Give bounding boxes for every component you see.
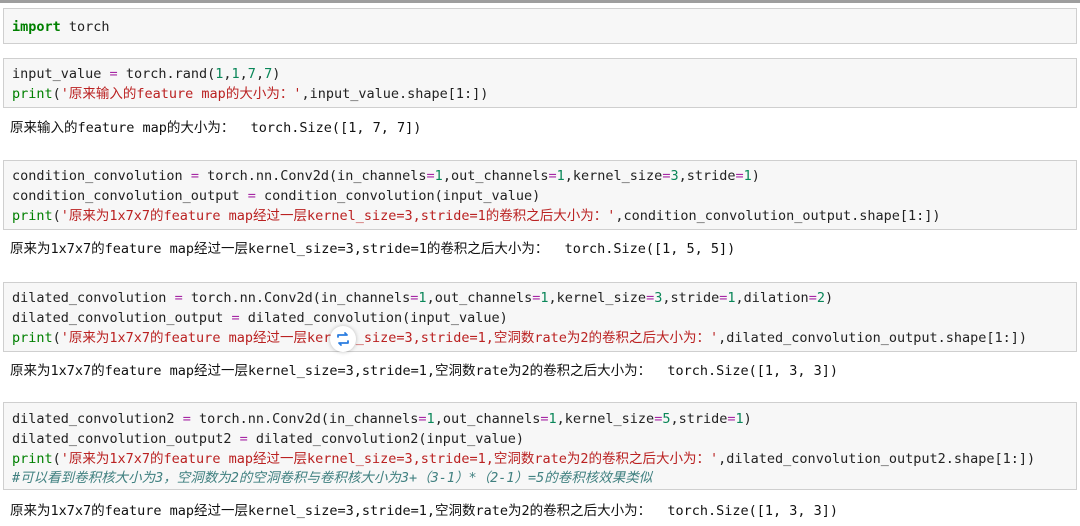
code-line: print('原来为1x7x7的feature map经过一层kernel_si… — [12, 208, 941, 224]
code-line: condition_convolution = torch.nn.Conv2d(… — [12, 168, 760, 184]
code-cell-import[interactable]: import torch — [3, 8, 1077, 44]
cell-output: 原来为1x7x7的feature map经过一层kernel_size=3,st… — [10, 241, 736, 257]
code-line: print('原来为1x7x7的feature map经过一层kernel_si… — [12, 451, 1036, 467]
code-line: dilated_convolution_output = dilated_con… — [12, 310, 508, 326]
cell-output: 原来输入的feature map的大小为： torch.Size([1, 7, … — [10, 120, 422, 136]
code-line: dilated_convolution = torch.nn.Conv2d(in… — [12, 290, 834, 306]
code-line: import torch — [12, 19, 110, 35]
code-line: print('原来输入的feature map的大小为：',input_valu… — [12, 86, 489, 102]
code-line: dilated_convolution2 = torch.nn.Conv2d(i… — [12, 411, 752, 427]
code-cell-input-value[interactable]: input_value = torch.rand(1,1,7,7) print(… — [3, 58, 1077, 108]
code-line: dilated_convolution_output2 = dilated_co… — [12, 431, 525, 447]
code-cell-dilated-convolution[interactable]: dilated_convolution = torch.nn.Conv2d(in… — [3, 282, 1077, 352]
refresh-button[interactable] — [330, 326, 356, 352]
cell-output: 原来为1x7x7的feature map经过一层kernel_size=3,st… — [10, 503, 839, 519]
code-line: input_value = torch.rand(1,1,7,7) — [12, 66, 281, 82]
refresh-icon — [337, 332, 349, 346]
code-comment: #可以看到卷积核大小为3，空洞数为2的空洞卷积与卷积核大小为3+（3-1）*（2… — [12, 470, 653, 486]
code-cell-dilated-convolution2[interactable]: dilated_convolution2 = torch.nn.Conv2d(i… — [3, 402, 1077, 490]
code-line: condition_convolution_output = condition… — [12, 188, 541, 204]
cell-output: 原来为1x7x7的feature map经过一层kernel_size=3,st… — [10, 363, 839, 379]
code-line: print('原来为1x7x7的feature map经过一层kernel_si… — [12, 330, 1028, 346]
code-cell-condition-convolution[interactable]: condition_convolution = torch.nn.Conv2d(… — [3, 160, 1077, 230]
top-border — [0, 0, 1080, 3]
